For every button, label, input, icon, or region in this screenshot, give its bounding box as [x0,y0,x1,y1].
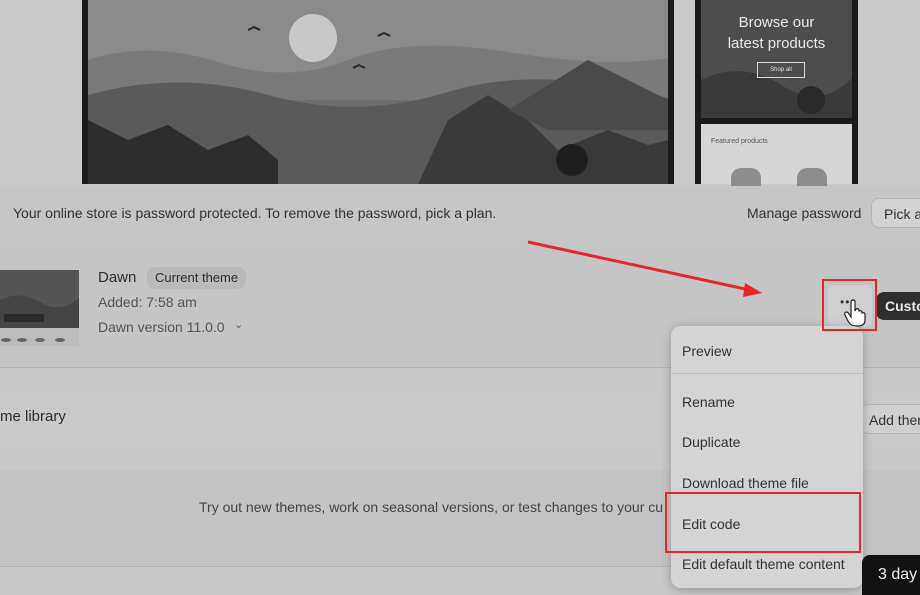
password-banner-message: Your online store is password protected.… [13,205,497,221]
add-theme-button[interactable]: Add ther [860,404,920,434]
theme-thumbnail [0,270,79,346]
mobile-preview: Browse our latest products Shop all Feat… [695,0,858,186]
menu-item-download[interactable]: Download theme file [682,475,809,491]
menu-item-duplicate[interactable]: Duplicate [682,434,740,450]
manage-password-link[interactable]: Manage password [747,205,861,221]
mobile-featured-section: Featured products [701,124,852,186]
customize-button[interactable]: Custo [876,292,920,320]
current-theme-badge: Current theme [147,267,247,289]
mobile-hero-title: Browse our latest products [727,14,826,52]
mobile-featured-label: Featured products [711,138,768,145]
chevron-down-icon[interactable]: ⌄ [234,318,243,331]
mobile-shop-all-button: Shop all [757,62,805,78]
theme-version-toggle[interactable]: Dawn version 11.0.0 [98,319,225,335]
theme-library-title: me library [0,408,66,425]
menu-item-edit-default-content[interactable]: Edit default theme content [682,556,845,572]
product-thumbnail [731,168,761,186]
product-thumbnail [797,168,827,186]
annotation-highlight-edit-code [665,492,861,553]
mobile-hero-banner: Browse our latest products Shop all [701,0,852,118]
trial-days-badge[interactable]: 3 day [862,555,920,595]
annotation-highlight-more [822,279,877,331]
theme-name: Dawn [98,269,137,286]
desktop-preview-image [82,0,674,184]
menu-divider [671,373,863,374]
pick-plan-button[interactable]: Pick a [871,198,920,228]
menu-item-preview[interactable]: Preview [682,343,732,359]
theme-library-empty-text: Try out new themes, work on seasonal ver… [199,499,664,515]
menu-item-rename[interactable]: Rename [682,394,735,410]
theme-added-time: Added: 7:58 am [98,294,197,310]
